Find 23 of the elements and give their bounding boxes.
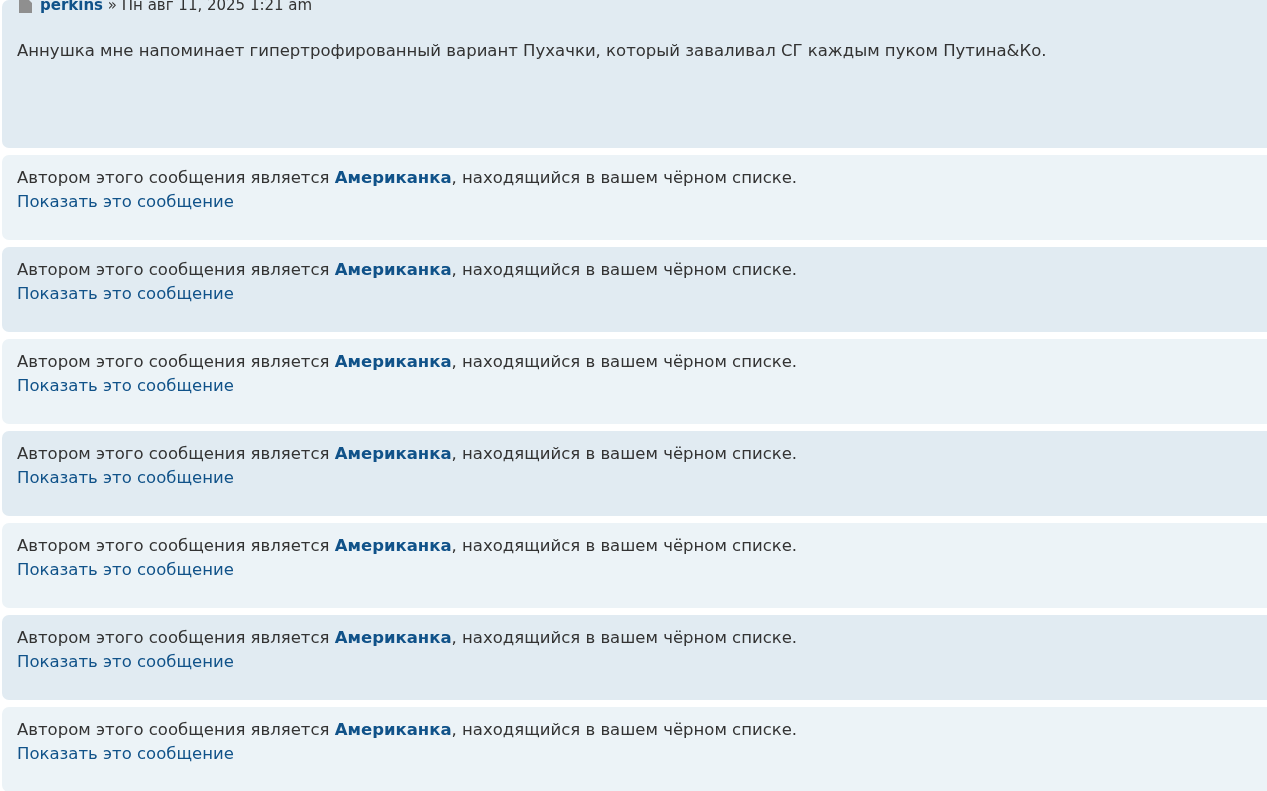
- document-icon: [19, 0, 32, 13]
- author-link[interactable]: Американка: [334, 720, 452, 739]
- show-post-link[interactable]: Показать это сообщение: [17, 376, 234, 395]
- blocked-notice: Автором этого сообщения является Американка, находящийся в вашем чёрном списке.: [17, 167, 799, 189]
- show-post-link[interactable]: Показать это сообщение: [17, 652, 234, 671]
- author-link[interactable]: Американка: [334, 260, 452, 279]
- show-post-link[interactable]: Показать это сообщение: [17, 284, 234, 303]
- blocked-notice: Автором этого сообщения является Американка, находящийся в вашем чёрном списке.: [17, 351, 799, 373]
- blocked-notice: Автором этого сообщения является Американка, находящийся в вашем чёрном списке.: [17, 719, 799, 741]
- author-link[interactable]: Американка: [334, 536, 452, 555]
- author-link[interactable]: Американка: [334, 168, 452, 187]
- blocked-notice: Автором этого сообщения является Американка, находящийся в вашем чёрном списке.: [17, 535, 799, 557]
- show-post-link[interactable]: Показать это сообщение: [17, 468, 234, 487]
- show-post-link[interactable]: Показать это сообщение: [17, 744, 234, 763]
- blocked-notice: Автором этого сообщения является Американка, находящийся в вашем чёрном списке.: [17, 627, 799, 649]
- blocked-notice: Автором этого сообщения является Американка, находящийся в вашем чёрном списке.: [17, 259, 799, 281]
- author-link[interactable]: Американка: [334, 352, 452, 371]
- author-link[interactable]: Американка: [334, 628, 452, 647]
- blocked-notice: Автором этого сообщения является Американка, находящийся в вашем чёрном списке.: [17, 443, 799, 465]
- post-text: Аннушка мне напоминает гипертрофированный вариант Пухачки, который заваливал СГ каждым пуком Путина&Ко.: [17, 40, 1048, 62]
- show-post-link[interactable]: Показать это сообщение: [17, 560, 234, 579]
- show-post-link[interactable]: Показать это сообщение: [17, 192, 234, 211]
- author-link[interactable]: Американка: [334, 444, 452, 463]
